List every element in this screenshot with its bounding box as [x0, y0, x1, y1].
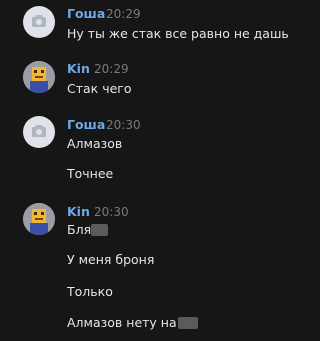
message: Kin 20:29 Стак чего — [0, 52, 278, 110]
author-name[interactable]: Гоша — [67, 7, 105, 21]
author-name[interactable]: Kin — [67, 205, 90, 219]
message: Гоша 20:30 Алмазов Точнее — [0, 110, 278, 195]
message-text: Алмазов — [67, 136, 123, 151]
message-time: 20:29 — [106, 7, 141, 21]
author-name[interactable]: Kin — [67, 62, 90, 76]
message-line: Бля — [67, 222, 109, 238]
redaction-blur — [177, 317, 198, 329]
avatar[interactable] — [23, 116, 55, 148]
pixel-character-avatar — [23, 203, 55, 235]
message-text: Только — [67, 284, 113, 299]
message-text: Точнее — [67, 166, 114, 181]
pixel-character-avatar — [23, 61, 55, 93]
message: Kin 20:30 Бля У меня броня Только Алмазо… — [0, 195, 278, 341]
message-line: Алмазов нету на — [67, 315, 198, 331]
camera-placeholder-icon — [32, 15, 46, 27]
message-time: 20:30 — [94, 205, 129, 219]
message-text: Стак чего — [67, 81, 132, 96]
avatar[interactable] — [23, 203, 55, 235]
message-text: Алмазов нету на — [67, 315, 177, 330]
camera-placeholder-icon — [32, 125, 46, 137]
message-time: 20:29 — [94, 62, 129, 76]
message-text: У меня броня — [67, 252, 155, 267]
redaction-blur — [91, 224, 109, 236]
avatar[interactable] — [23, 6, 55, 38]
message-time: 20:30 — [106, 118, 141, 132]
author-name[interactable]: Гоша — [67, 118, 105, 132]
message-text: Бля — [67, 222, 92, 237]
message: Гоша 20:29 Ну ты же стак все равно не да… — [0, 0, 289, 52]
avatar[interactable] — [23, 61, 55, 93]
message-text: Ну ты же стак все равно не дашь — [67, 26, 289, 41]
